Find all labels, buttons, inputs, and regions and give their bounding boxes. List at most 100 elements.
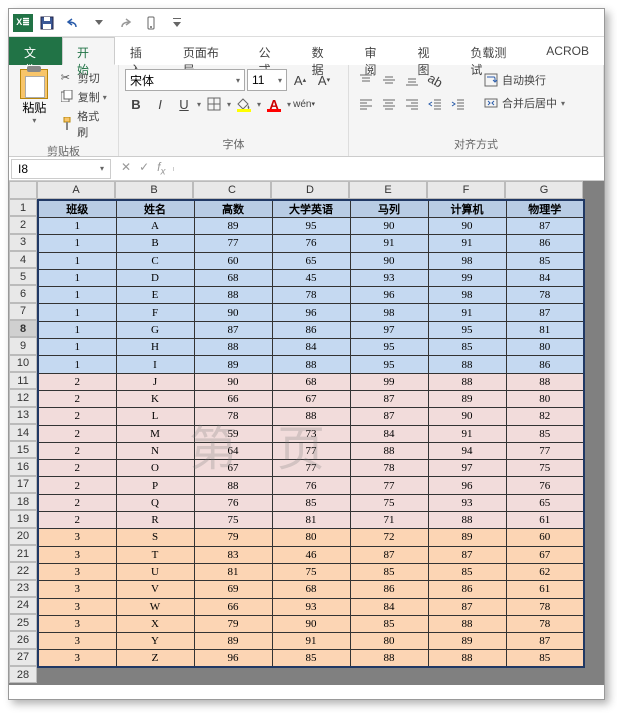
cell[interactable]: 87 [506,633,584,650]
cell[interactable]: 85 [428,563,506,580]
phonetic-button[interactable]: wén▾ [293,93,315,115]
cell[interactable]: 85 [428,339,506,356]
cell[interactable]: 78 [506,287,584,304]
cell[interactable]: 93 [428,494,506,511]
touch-mode-button[interactable] [139,12,163,34]
tab-acrobat[interactable]: ACROB [531,37,604,65]
cell[interactable]: 78 [506,615,584,632]
align-right-button[interactable] [401,93,423,115]
column-header[interactable]: F [427,181,505,199]
cell[interactable]: K [116,390,194,407]
cell[interactable]: 3 [38,529,116,546]
row-header[interactable]: 25 [9,614,37,631]
tab-data[interactable]: 数据 [297,37,350,65]
cell[interactable]: 3 [38,598,116,615]
cell[interactable]: 83 [194,546,272,563]
cell[interactable]: 98 [350,304,428,321]
cell[interactable]: 96 [350,287,428,304]
row-header[interactable]: 10 [9,355,37,372]
cell[interactable]: 88 [350,650,428,667]
cell[interactable]: G [116,321,194,338]
font-name-combo[interactable]: 宋体▾ [125,69,245,91]
cell[interactable]: P [116,477,194,494]
cell[interactable]: 75 [194,512,272,529]
cell[interactable]: 88 [428,512,506,529]
cell[interactable]: 91 [272,633,350,650]
row-header[interactable]: 14 [9,424,37,441]
copy-button[interactable]: 复制▾ [58,88,112,106]
cell[interactable]: 69 [194,581,272,598]
tab-view[interactable]: 视图 [402,37,455,65]
cell[interactable]: 87 [428,598,506,615]
cell[interactable]: T [116,546,194,563]
increase-font-button[interactable]: A▴ [289,69,311,91]
cell[interactable]: 89 [194,633,272,650]
cell[interactable]: 79 [194,615,272,632]
row-header[interactable]: 18 [9,493,37,510]
cell[interactable]: 2 [38,425,116,442]
cell[interactable]: 2 [38,408,116,425]
row-header[interactable]: 27 [9,649,37,666]
table-header-cell[interactable]: 物理学 [506,200,584,218]
row-header[interactable]: 26 [9,631,37,648]
cell[interactable]: 65 [272,252,350,269]
cell[interactable]: Q [116,494,194,511]
cell[interactable]: H [116,339,194,356]
cell[interactable]: A [116,218,194,235]
chevron-down-icon[interactable]: ▾ [287,100,291,109]
row-header[interactable]: 21 [9,545,37,562]
cell[interactable]: 78 [350,460,428,477]
cell[interactable]: 45 [272,269,350,286]
row-header[interactable]: 19 [9,510,37,527]
cell[interactable]: Y [116,633,194,650]
cell[interactable]: 84 [350,425,428,442]
table-header-cell[interactable]: 计算机 [428,200,506,218]
cell[interactable]: 91 [428,304,506,321]
column-header[interactable]: D [271,181,349,199]
italic-button[interactable]: I [149,93,171,115]
tab-review[interactable]: 审阅 [350,37,403,65]
cell[interactable]: X [116,615,194,632]
cell[interactable]: 85 [506,650,584,667]
column-header[interactable]: G [505,181,583,199]
row-header[interactable]: 17 [9,476,37,493]
cell[interactable]: 89 [194,356,272,373]
tab-home[interactable]: 开始 [62,37,115,65]
cut-button[interactable]: ✂剪切 [58,69,112,87]
align-center-button[interactable] [378,93,400,115]
tab-layout[interactable]: 页面布局 [168,37,244,65]
cell[interactable]: 68 [272,581,350,598]
cell[interactable]: 85 [272,650,350,667]
cell[interactable]: 84 [350,598,428,615]
cell[interactable]: 85 [272,494,350,511]
cell[interactable]: 88 [428,615,506,632]
cell[interactable]: 2 [38,442,116,459]
cell[interactable]: 2 [38,477,116,494]
cell[interactable]: U [116,563,194,580]
cell[interactable]: 77 [350,477,428,494]
tab-loadtest[interactable]: 负载测试 [455,37,531,65]
row-header[interactable]: 15 [9,441,37,458]
cell[interactable]: 87 [194,321,272,338]
cell[interactable]: M [116,425,194,442]
cell[interactable]: 99 [350,373,428,390]
cell[interactable]: 3 [38,563,116,580]
cell[interactable]: 87 [350,546,428,563]
cell[interactable]: 77 [506,442,584,459]
cell[interactable]: 3 [38,581,116,598]
row-header[interactable]: 8 [9,320,37,337]
cell[interactable]: 89 [428,633,506,650]
cell[interactable]: 88 [194,477,272,494]
cell[interactable]: 86 [506,235,584,252]
table-header-cell[interactable]: 马列 [350,200,428,218]
cell[interactable]: 2 [38,460,116,477]
cell[interactable]: 78 [194,408,272,425]
cell[interactable]: 1 [38,304,116,321]
row-header[interactable]: 20 [9,528,37,545]
row-header[interactable]: 6 [9,285,37,302]
decrease-indent-button[interactable] [424,93,446,115]
cell[interactable]: B [116,235,194,252]
align-bottom-button[interactable] [401,69,423,91]
cell[interactable]: L [116,408,194,425]
row-header[interactable]: 23 [9,580,37,597]
